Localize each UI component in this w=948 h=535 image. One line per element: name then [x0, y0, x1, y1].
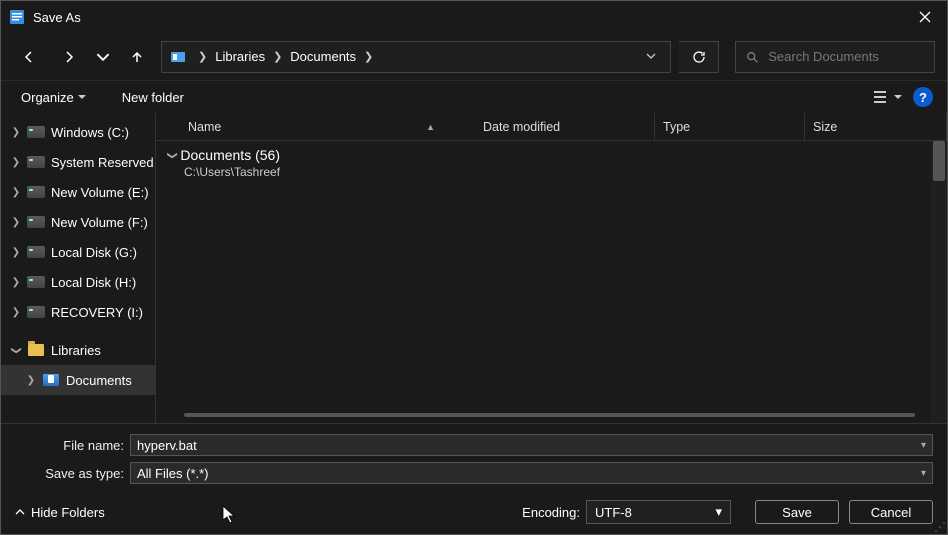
forward-button[interactable]	[53, 41, 85, 73]
toolbar: Organize New folder ?	[1, 81, 947, 113]
close-button[interactable]	[902, 1, 947, 33]
main-area: ❯Windows (C:) ❯System Reserved ❯New Volu…	[1, 113, 947, 423]
search-icon	[746, 50, 758, 64]
location-icon	[170, 49, 186, 65]
filename-input[interactable]: hyperv.bat ▾	[130, 434, 933, 456]
drive-local-disk-g[interactable]: ❯Local Disk (G:)	[1, 237, 155, 267]
encoding-select[interactable]: UTF-8 ▾	[586, 500, 731, 524]
organize-menu[interactable]: Organize	[15, 86, 92, 109]
group-title: Documents (56)	[180, 147, 280, 163]
col-type[interactable]: Type	[655, 113, 805, 141]
chevron-down-icon[interactable]: ▾	[715, 504, 722, 520]
view-options-button[interactable]	[873, 85, 903, 109]
save-button[interactable]: Save	[755, 500, 839, 524]
sort-indicator-icon: ▲	[426, 122, 435, 132]
chevron-down-icon[interactable]: ▾	[921, 440, 926, 451]
new-folder-button[interactable]: New folder	[116, 86, 190, 109]
drive-recovery-i[interactable]: ❯RECOVERY (I:)	[1, 297, 155, 327]
chevron-up-icon	[15, 507, 25, 517]
breadcrumb-documents[interactable]: Documents	[288, 49, 358, 64]
drive-system-reserved[interactable]: ❯System Reserved	[1, 147, 155, 177]
group-header[interactable]: ❯ Documents (56)	[168, 147, 947, 163]
help-button[interactable]: ?	[913, 87, 933, 107]
address-bar[interactable]: ❯ Libraries ❯ Documents ❯	[161, 41, 671, 73]
savetype-label: Save as type:	[15, 466, 130, 481]
group-path: C:\Users\Tashreef	[168, 165, 947, 179]
hide-folders-button[interactable]: Hide Folders	[15, 505, 105, 520]
search-input[interactable]	[768, 49, 924, 64]
up-button[interactable]	[121, 41, 153, 73]
savetype-select[interactable]: All Files (*.*) ▾	[130, 462, 933, 484]
breadcrumb-libraries[interactable]: Libraries	[213, 49, 267, 64]
drive-windows-c[interactable]: ❯Windows (C:)	[1, 117, 155, 147]
file-view: Name▲ Date modified Type Size ❯ Document…	[156, 113, 947, 423]
chevron-down-icon[interactable]: ▾	[921, 468, 926, 479]
file-list[interactable]: ❯ Documents (56) C:\Users\Tashreef	[156, 141, 947, 423]
window-title: Save As	[33, 10, 902, 25]
chevron-right-icon[interactable]: ❯	[196, 50, 209, 63]
tree-libraries[interactable]: ❯Libraries	[1, 335, 155, 365]
recent-locations-button[interactable]	[93, 41, 113, 73]
nav-bar: ❯ Libraries ❯ Documents ❯	[1, 33, 947, 81]
resize-grip[interactable]: ⋰	[934, 521, 946, 533]
refresh-button[interactable]	[679, 41, 719, 73]
drive-new-volume-f[interactable]: ❯New Volume (F:)	[1, 207, 155, 237]
nav-tree: ❯Windows (C:) ❯System Reserved ❯New Volu…	[1, 113, 156, 423]
titlebar: Save As	[1, 1, 947, 33]
search-box[interactable]	[735, 41, 935, 73]
column-headers: Name▲ Date modified Type Size	[156, 113, 947, 141]
col-size[interactable]: Size	[805, 113, 947, 141]
horizontal-scrollbar[interactable]	[168, 413, 931, 423]
drive-new-volume-e[interactable]: ❯New Volume (E:)	[1, 177, 155, 207]
encoding-label: Encoding:	[522, 505, 580, 520]
save-panel: File name: hyperv.bat ▾ Save as type: Al…	[1, 423, 947, 534]
filename-label: File name:	[15, 438, 130, 453]
app-icon	[9, 9, 25, 25]
cancel-button[interactable]: Cancel	[849, 500, 933, 524]
address-dropdown[interactable]	[640, 49, 662, 64]
drive-local-disk-h[interactable]: ❯Local Disk (H:)	[1, 267, 155, 297]
chevron-down-icon[interactable]: ❯	[167, 151, 178, 159]
chevron-right-icon[interactable]: ❯	[362, 50, 375, 63]
back-button[interactable]	[13, 41, 45, 73]
chevron-right-icon[interactable]: ❯	[271, 50, 284, 63]
col-name[interactable]: Name▲	[180, 113, 475, 141]
tree-documents[interactable]: ❯Documents	[1, 365, 155, 395]
col-date[interactable]: Date modified	[475, 113, 655, 141]
save-as-dialog: Save As ❯ Libraries ❯ Documents ❯	[0, 0, 948, 535]
vertical-scrollbar[interactable]	[931, 141, 947, 423]
